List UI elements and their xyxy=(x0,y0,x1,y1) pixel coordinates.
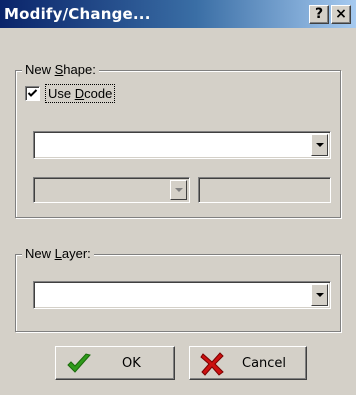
window-title: Modify/Change... xyxy=(4,5,151,23)
ok-button[interactable]: OK xyxy=(55,346,175,380)
shape-combo-dropdown-button[interactable] xyxy=(311,134,328,156)
close-button[interactable]: × xyxy=(331,5,351,24)
chevron-down-icon xyxy=(315,143,324,147)
new-layer-legend: New Layer: xyxy=(22,246,94,262)
new-shape-legend: New Shape: xyxy=(22,62,99,78)
dcode-combo-dropdown-button[interactable] xyxy=(170,180,187,200)
use-dcode-label[interactable]: Use Dcode xyxy=(45,84,116,103)
red-x-icon xyxy=(200,352,224,376)
dcode-value-field[interactable] xyxy=(198,177,331,203)
cancel-label: Cancel xyxy=(242,356,287,371)
ok-label: OK xyxy=(122,356,141,371)
chevron-down-icon xyxy=(174,188,183,192)
use-dcode-checkbox[interactable] xyxy=(25,86,40,101)
green-checkmark-icon xyxy=(67,353,91,373)
shape-combo[interactable] xyxy=(33,131,331,159)
dcode-combo[interactable] xyxy=(33,177,190,203)
layer-combo[interactable] xyxy=(33,281,331,309)
checkmark-icon xyxy=(27,89,38,97)
chevron-down-icon xyxy=(315,293,324,297)
help-button[interactable]: ? xyxy=(309,5,329,24)
cancel-button[interactable]: Cancel xyxy=(189,346,307,380)
layer-combo-dropdown-button[interactable] xyxy=(311,284,328,306)
title-bar[interactable]: Modify/Change... ? × xyxy=(0,0,356,28)
